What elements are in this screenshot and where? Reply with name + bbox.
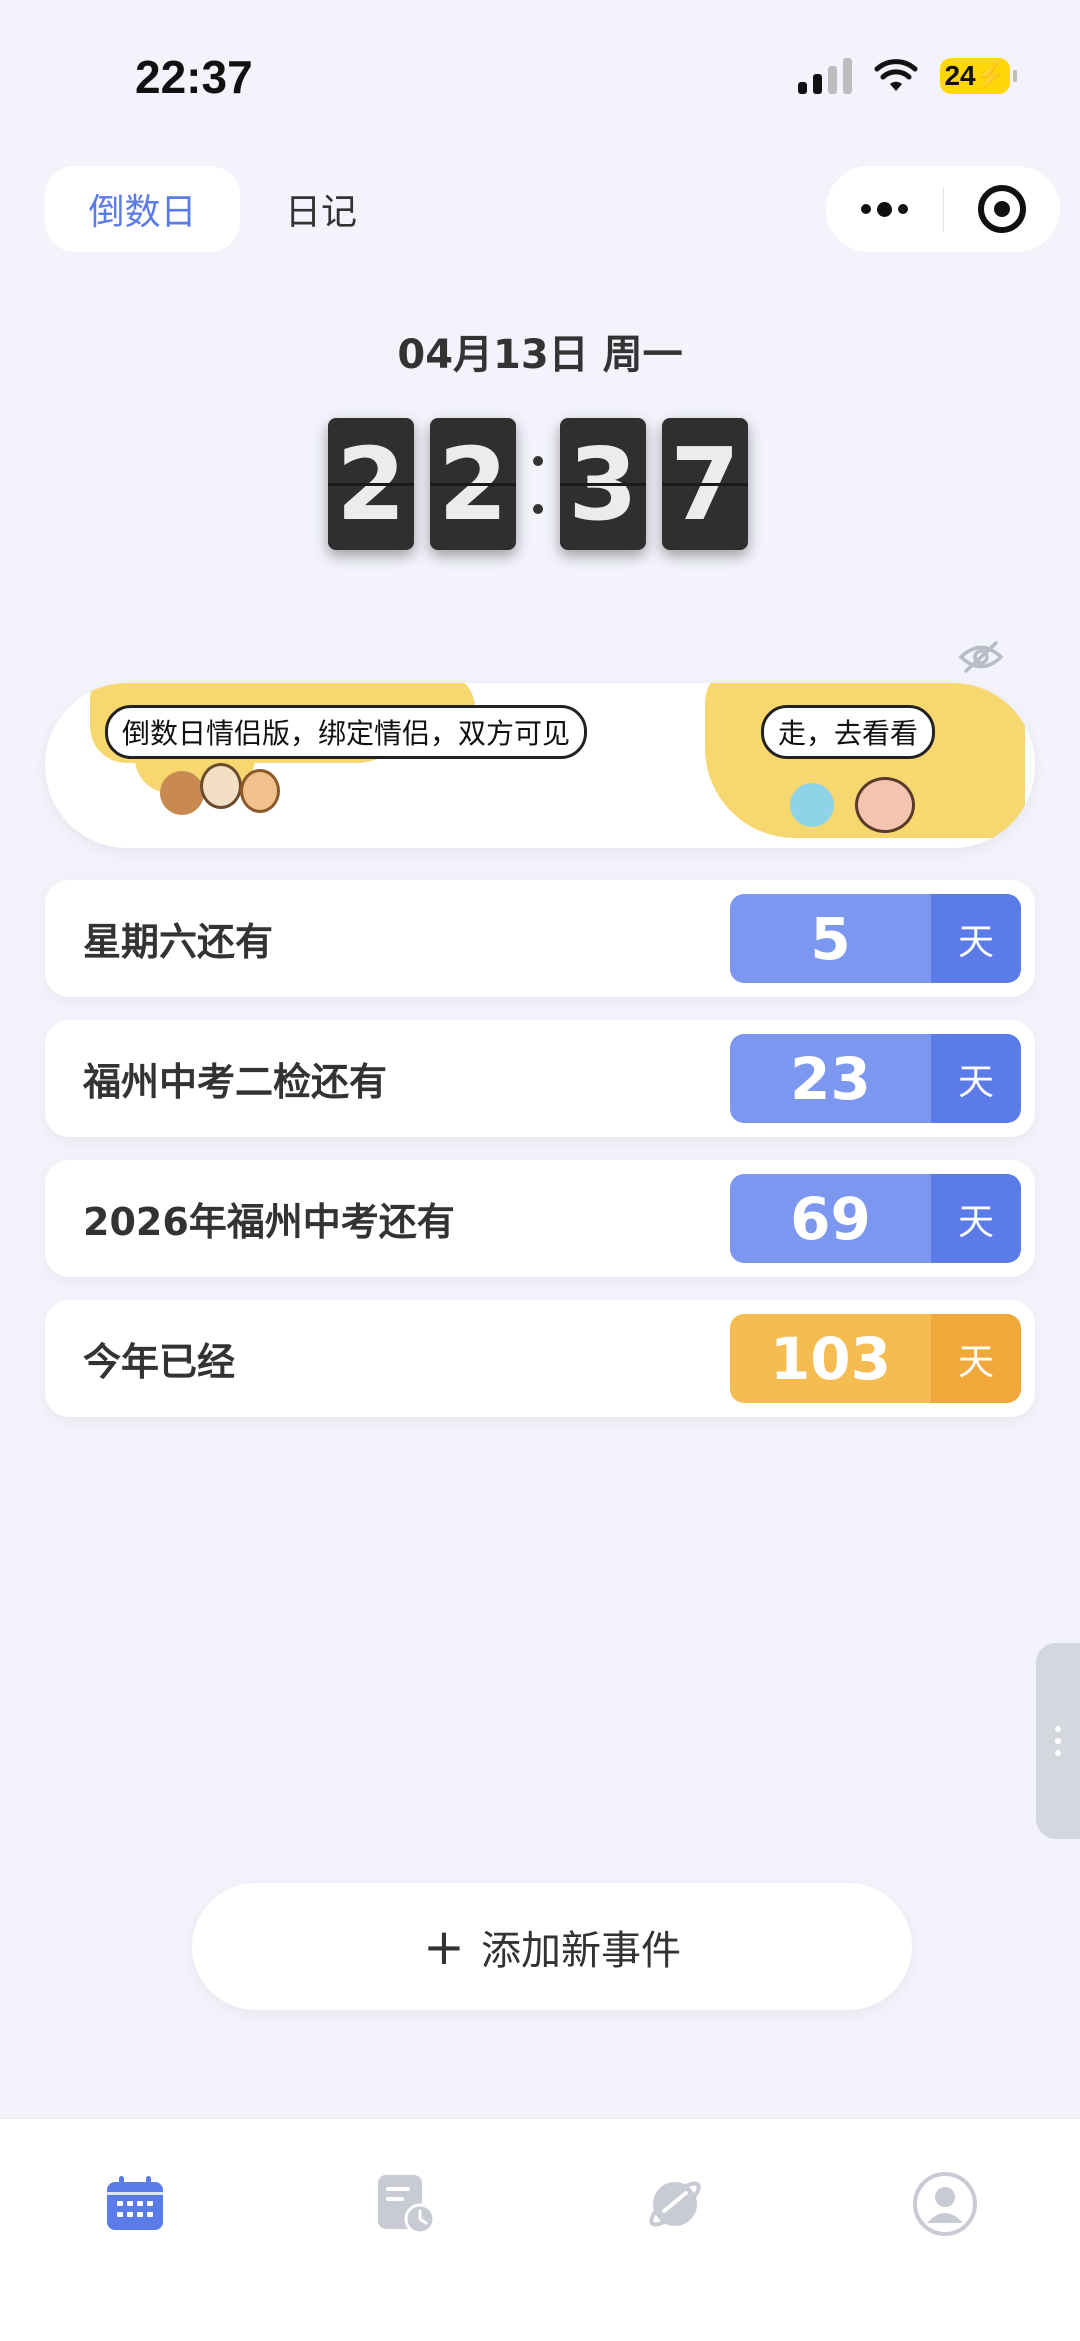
flip-clock: 2 2 3 7 xyxy=(328,418,764,550)
event-days: 5 xyxy=(730,894,931,983)
more-icon[interactable] xyxy=(826,166,943,252)
signal-icon xyxy=(798,58,852,94)
diary-clock-icon xyxy=(378,2175,436,2235)
event-name: 2026年福州中考还有 xyxy=(83,1200,455,1244)
banner-promo-text: 倒数日情侣版，绑定情侣，双方可见 xyxy=(105,705,588,759)
event-countdown: 103 天 xyxy=(730,1314,1021,1403)
mini-program-capsule xyxy=(826,166,1060,252)
girl-character-icon xyxy=(240,769,280,813)
tab-countdown[interactable]: 倒数日 xyxy=(45,166,240,252)
profile-icon xyxy=(913,2172,977,2236)
event-days: 23 xyxy=(730,1034,931,1123)
battery-level: 24 xyxy=(944,60,976,91)
status-time: 22:37 xyxy=(135,51,253,103)
face-character-icon xyxy=(855,777,915,833)
event-card[interactable]: 今年已经 103 天 xyxy=(45,1300,1035,1417)
current-date: 04月13日 周一 xyxy=(397,332,683,378)
dinosaur-character-icon xyxy=(790,783,834,827)
event-name: 星期六还有 xyxy=(83,920,274,964)
clock-digit: 3 xyxy=(560,418,646,550)
event-unit: 天 xyxy=(931,894,1021,983)
close-target-icon[interactable] xyxy=(944,166,1060,252)
event-unit: 天 xyxy=(931,1314,1021,1403)
status-bar: 22:37 24 ⚡ xyxy=(0,0,1080,150)
clock-digit: 2 xyxy=(328,418,414,550)
event-card[interactable]: 星期六还有 5 天 xyxy=(45,880,1035,997)
clock-colon xyxy=(528,418,548,550)
add-event-button[interactable]: + 添加新事件 xyxy=(192,1883,912,2010)
tab-diary-nav[interactable] xyxy=(350,2149,460,2259)
event-countdown: 23 天 xyxy=(730,1034,1021,1123)
event-countdown: 5 天 xyxy=(730,894,1021,983)
event-card[interactable]: 2026年福州中考还有 69 天 xyxy=(45,1160,1035,1277)
bear-character-icon xyxy=(160,771,204,815)
status-icons: 24 ⚡ xyxy=(798,58,1017,94)
boy-character-icon xyxy=(200,763,242,809)
event-countdown: 69 天 xyxy=(730,1174,1021,1263)
event-card[interactable]: 福州中考二检还有 23 天 xyxy=(45,1020,1035,1137)
side-drawer-handle[interactable] xyxy=(1036,1643,1080,1839)
tab-profile[interactable] xyxy=(890,2149,1000,2259)
event-days: 103 xyxy=(730,1314,931,1403)
eye-off-icon[interactable] xyxy=(958,640,1004,674)
plus-icon: + xyxy=(423,1917,465,1976)
event-name: 福州中考二检还有 xyxy=(83,1060,388,1104)
event-days: 69 xyxy=(730,1174,931,1263)
event-name: 今年已经 xyxy=(83,1340,236,1384)
bottom-tab-bar xyxy=(0,2118,1080,2341)
clock-digit: 7 xyxy=(662,418,748,550)
add-event-label: 添加新事件 xyxy=(480,1927,681,1974)
tab-diary[interactable]: 日记 xyxy=(285,166,357,252)
event-unit: 天 xyxy=(931,1174,1021,1263)
tab-calendar[interactable] xyxy=(80,2149,190,2259)
calendar-icon xyxy=(107,2176,163,2230)
banner-cta-text[interactable]: 走，去看看 xyxy=(761,705,936,759)
planet-icon xyxy=(649,2181,701,2227)
couple-promo-banner[interactable]: 倒数日情侣版，绑定情侣，双方可见 走，去看看 xyxy=(45,683,1035,848)
event-unit: 天 xyxy=(931,1034,1021,1123)
wifi-icon xyxy=(874,59,918,91)
battery-charging-icon: 24 ⚡ xyxy=(940,58,1017,94)
clock-digit: 2 xyxy=(430,418,516,550)
tab-explore[interactable] xyxy=(620,2149,730,2259)
